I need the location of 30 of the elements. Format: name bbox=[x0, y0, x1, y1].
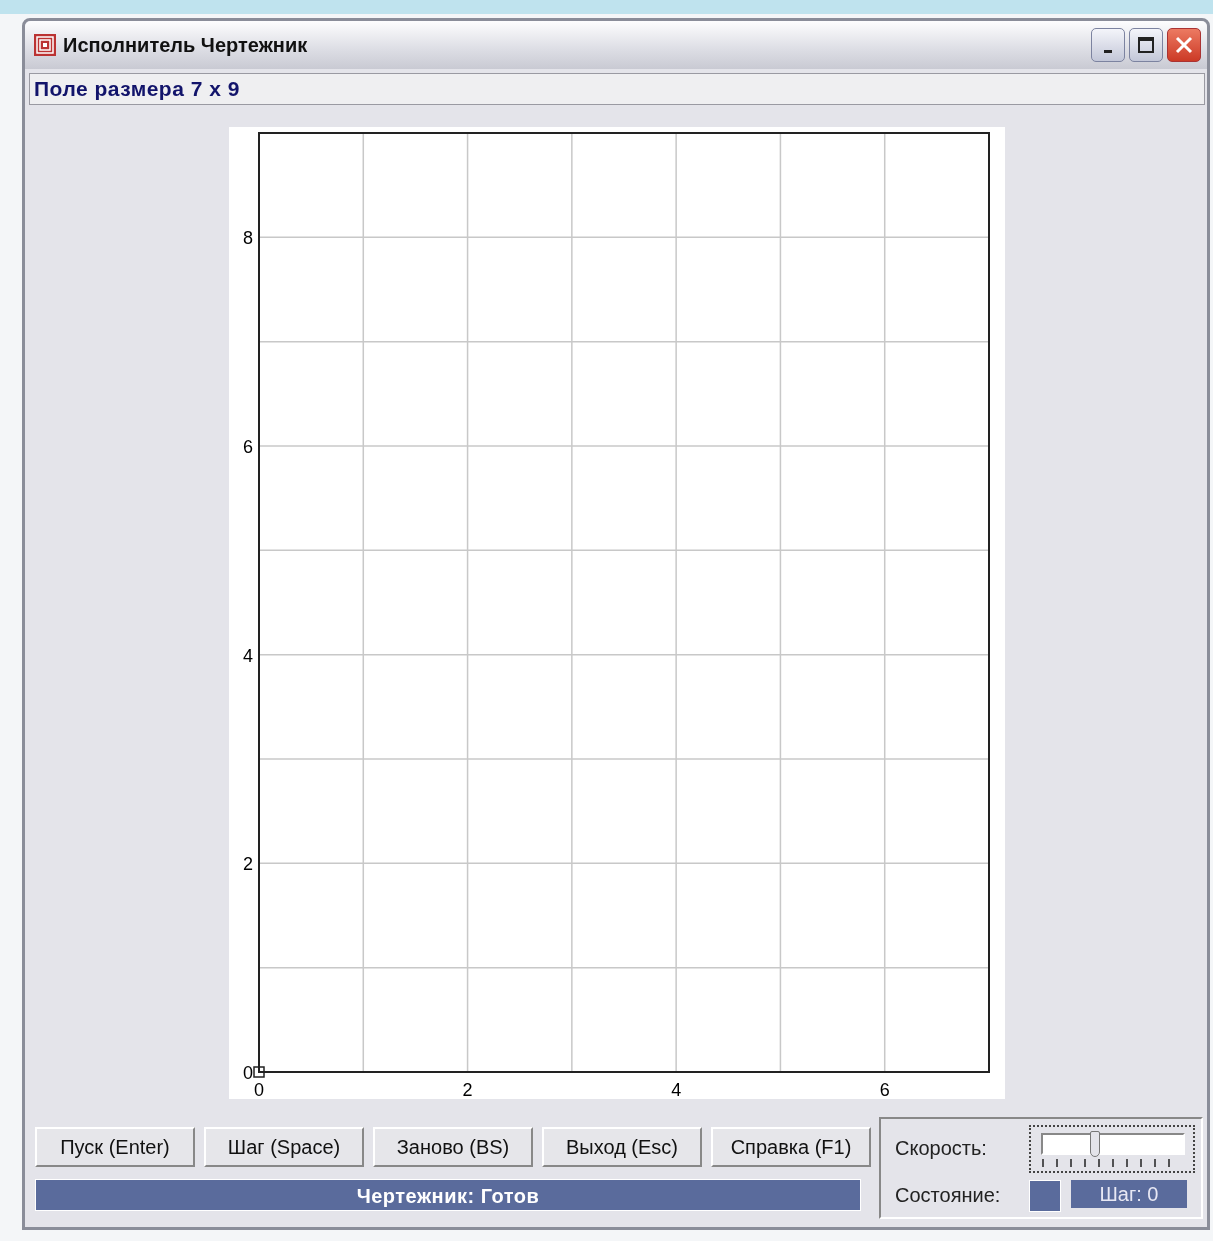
close-icon bbox=[1175, 36, 1193, 54]
state-label: Состояние: bbox=[895, 1184, 1002, 1207]
y-tick-label: 4 bbox=[243, 645, 253, 666]
minimize-icon bbox=[1104, 49, 1112, 53]
speed-label: Скорость: bbox=[895, 1137, 988, 1160]
field-size-label: Поле размера 7 x 9 bbox=[29, 73, 1205, 105]
step-counter: Шаг: 0 bbox=[1071, 1179, 1187, 1208]
x-tick-label: 6 bbox=[879, 1080, 890, 1099]
command-button[interactable]: Шаг (Space) bbox=[204, 1127, 364, 1167]
y-tick-label: 0 bbox=[243, 1063, 253, 1083]
close-button[interactable] bbox=[1167, 28, 1201, 62]
slider-thumb[interactable] bbox=[1089, 1130, 1100, 1157]
command-button[interactable]: Пуск (Enter) bbox=[35, 1127, 195, 1167]
command-button[interactable]: Выход (Esc) bbox=[542, 1127, 702, 1167]
speed-slider[interactable] bbox=[1029, 1124, 1195, 1173]
x-tick-label: 2 bbox=[462, 1080, 473, 1099]
state-indicator bbox=[1029, 1179, 1061, 1212]
x-tick-label: 0 bbox=[254, 1080, 264, 1099]
app-icon bbox=[33, 33, 57, 57]
y-tick-label: 8 bbox=[243, 228, 253, 249]
status-bar: Чертежник: Готов bbox=[35, 1179, 861, 1211]
maximize-icon bbox=[1137, 36, 1155, 54]
y-tick-label: 6 bbox=[243, 437, 253, 457]
y-tick-label: 2 bbox=[243, 854, 253, 875]
minimize-button[interactable] bbox=[1091, 28, 1125, 62]
command-button[interactable]: Заново (BS) bbox=[373, 1127, 533, 1167]
window-title: Исполнитель Чертежник bbox=[63, 33, 309, 57]
command-button[interactable]: Справка (F1) bbox=[711, 1127, 871, 1167]
maximize-button[interactable] bbox=[1129, 28, 1163, 62]
x-tick-label: 4 bbox=[671, 1080, 682, 1099]
